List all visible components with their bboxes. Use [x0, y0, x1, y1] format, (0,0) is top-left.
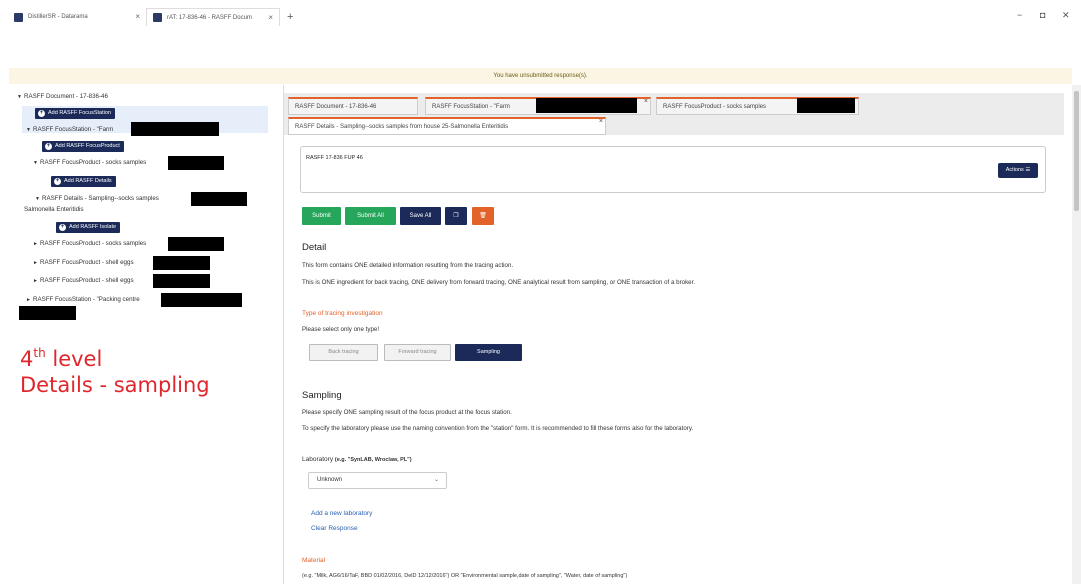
tree-node-focus-station-farm[interactable]: ▼ RASFF FocusStation - "Farm [26, 126, 113, 134]
browser-chrome: DistillerSR - Datarama × rAT: 17-836-46 … [0, 0, 1081, 58]
plus-icon: + [59, 224, 66, 231]
chevron-down-icon: ⌄ [433, 477, 439, 483]
record-title: RASFF 17-836 FUP 46 [306, 155, 363, 161]
tree-node-focus-station-packing[interactable]: ► RASFF FocusStation - "Packing centre [26, 296, 140, 304]
annotation-line-2: Details - sampling [20, 373, 210, 397]
forward-tracing-option[interactable]: Forward tracing [384, 344, 451, 361]
close-window-icon[interactable]: ✕ [1062, 10, 1070, 21]
redaction-box [536, 98, 637, 113]
plus-icon: + [38, 110, 45, 117]
favicon-icon [153, 13, 162, 22]
browser-tab-bar: DistillerSR - Datarama × rAT: 17-836-46 … [0, 8, 1081, 28]
redaction-box [153, 274, 210, 288]
copy-icon[interactable]: ❐ [445, 207, 467, 225]
scrollbar-thumb[interactable] [1074, 91, 1079, 211]
save-all-button[interactable]: Save All [400, 207, 441, 225]
expanded-icon: ▼ [17, 94, 22, 100]
redaction-box [797, 98, 855, 113]
plus-icon: + [45, 143, 52, 150]
redaction-box [161, 293, 242, 307]
browser-tab-label: DistillerSR - Datarama [28, 14, 88, 20]
maximize-icon[interactable]: ◘ [1040, 10, 1045, 20]
redaction-box [191, 192, 247, 206]
back-tracing-option[interactable]: Back tracing [309, 344, 378, 361]
add-isolate-button[interactable]: + Add RASFF Isolate [56, 222, 121, 233]
collapsed-icon: ► [33, 278, 38, 284]
sampling-heading: Sampling [302, 390, 342, 401]
favicon-icon [14, 12, 23, 22]
redaction-box [131, 122, 219, 136]
browser-tab-label: rAT: 17-836-46 - RASFF Docum [167, 14, 252, 21]
expanded-icon: ▼ [26, 127, 31, 133]
new-tab-button[interactable]: + [287, 11, 293, 23]
tab-rasff-document[interactable]: RASFF Document - 17-836-46 [288, 97, 418, 115]
plus-icon: + [54, 178, 61, 185]
level-annotation: 4th level Details - sampling [20, 340, 210, 398]
detail-heading: Detail [302, 242, 327, 253]
close-tab-icon[interactable]: × [268, 13, 273, 22]
clear-response-link[interactable]: Clear Response [311, 525, 358, 532]
detail-line-2: This is ONE ingredient for back tracing,… [302, 279, 696, 286]
redaction-box [168, 237, 224, 251]
tree-node-details-sampling[interactable]: ▼ RASFF Details - Sampling--socks samples [35, 195, 159, 203]
delete-icon[interactable]: 🗑 [472, 207, 494, 225]
material-heading: Material [302, 557, 326, 564]
record-header-card: RASFF 17-836 FUP 46 Actions ☰ [300, 146, 1046, 193]
tree-node-focus-product-eggs-2[interactable]: ► RASFF FocusProduct - shell eggs [33, 277, 134, 285]
close-tab-icon[interactable]: × [599, 119, 603, 130]
tracing-type-heading: Type of tracing investigation [302, 310, 383, 317]
close-tab-icon[interactable]: × [644, 99, 648, 110]
annotation-line-1: 4th level [20, 346, 103, 371]
collapsed-icon: ► [26, 297, 31, 303]
collapsed-icon: ► [33, 260, 38, 266]
laboratory-label: Laboratory (e.g. "SynLAB, Wroclaw, PL") [302, 456, 412, 463]
add-focus-station-button[interactable]: + Add RASFF FocusStation [35, 108, 115, 119]
tracing-type-hint: Please select only one type! [302, 326, 380, 333]
material-example: (e.g. "Milk, AG6/16/TaF, BBD 01/02/2016,… [302, 573, 628, 579]
expanded-icon: ▼ [35, 196, 40, 202]
tree-node-focus-product-socks[interactable]: ▼ RASFF FocusProduct - socks samples [33, 159, 146, 167]
minimize-icon[interactable]: − [1017, 10, 1022, 20]
sampling-line-1: Please specify ONE sampling result of th… [302, 409, 512, 416]
browser-tab-rasff[interactable]: rAT: 17-836-46 - RASFF Docum × [146, 8, 280, 26]
tab-details-sampling[interactable]: RASFF Details - Sampling--socks samples … [288, 117, 606, 135]
browser-tab-distiller[interactable]: DistillerSR - Datarama × [8, 8, 146, 26]
tree-node-document[interactable]: ▼ RASFF Document - 17-836-46 [17, 93, 108, 101]
detail-line-1: This form contains ONE detailed informat… [302, 262, 514, 269]
tree-node-details-label-cont: Salmonella Enteritidis [24, 206, 84, 213]
unsubmitted-banner: You have unsubmitted response(s). [9, 68, 1072, 84]
panel-divider [283, 85, 284, 584]
redaction-box [153, 256, 210, 270]
tree-node-focus-product-eggs[interactable]: ► RASFF FocusProduct - shell eggs [33, 259, 134, 267]
tree-node-focus-product-socks-2[interactable]: ► RASFF FocusProduct - socks samples [33, 240, 146, 248]
sampling-option[interactable]: Sampling [455, 344, 522, 361]
sampling-line-2: To specify the laboratory please use the… [302, 425, 694, 432]
add-focus-product-button[interactable]: + Add RASFF FocusProduct [42, 141, 124, 152]
expanded-icon: ▼ [33, 160, 38, 166]
close-tab-icon[interactable]: × [135, 12, 140, 21]
add-details-button[interactable]: + Add RASFF Details [51, 176, 116, 187]
submit-all-button[interactable]: Submit All [345, 207, 396, 225]
submit-button[interactable]: Submit [302, 207, 341, 225]
actions-button[interactable]: Actions ☰ [998, 163, 1038, 178]
redaction-box [19, 306, 76, 320]
redaction-box [168, 156, 224, 170]
collapsed-icon: ► [33, 241, 38, 247]
add-laboratory-link[interactable]: Add a new laboratory [311, 510, 372, 517]
laboratory-select[interactable]: Unknown ⌄ [308, 472, 447, 489]
